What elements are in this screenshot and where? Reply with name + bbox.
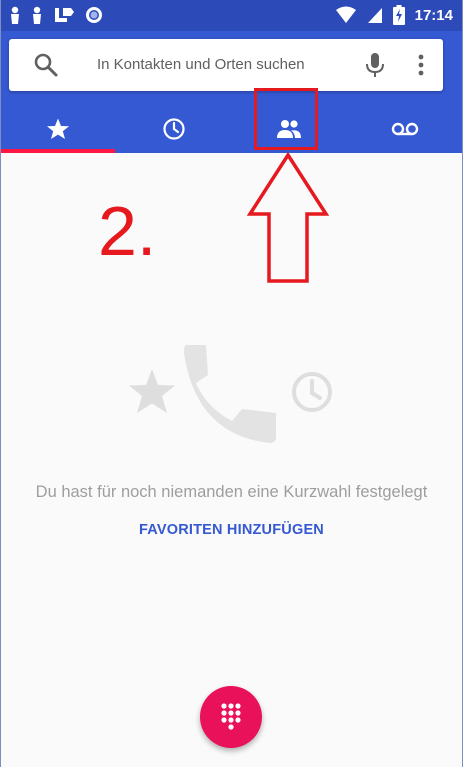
highlight-box <box>254 88 318 150</box>
status-bar: 17:14 <box>0 0 463 31</box>
tab-voicemail[interactable] <box>347 105 462 153</box>
microphone-icon[interactable] <box>363 52 387 78</box>
star-icon <box>129 369 175 413</box>
empty-favorites-illustration <box>129 345 332 443</box>
circle-icon <box>86 7 102 23</box>
dialpad-button[interactable] <box>200 686 262 748</box>
step-number-label: 2. <box>98 192 157 270</box>
person-icon <box>11 6 19 24</box>
more-options-icon[interactable] <box>411 52 431 78</box>
search-input[interactable]: In Kontakten und Orten suchen <box>97 39 305 91</box>
phone-handset-icon <box>184 345 276 443</box>
battery-charging-icon <box>392 5 405 25</box>
call-forward-icon <box>55 8 74 22</box>
app-bar: In Kontakten und Orten suchen <box>0 31 463 153</box>
system-icons: 17:14 <box>335 5 453 25</box>
voicemail-icon <box>391 122 418 136</box>
dialpad-icon <box>221 703 241 730</box>
clock-icon <box>162 118 185 140</box>
search-icon[interactable] <box>33 52 59 78</box>
notification-icons <box>9 5 103 25</box>
star-icon <box>46 118 69 139</box>
search-box[interactable]: In Kontakten und Orten suchen <box>9 39 443 91</box>
add-favorites-button[interactable]: FAVORITEN HINZUFÜGEN <box>0 522 463 538</box>
empty-state-message: Du hast für noch niemanden eine Kurzwahl… <box>35 483 428 501</box>
tab-favorites[interactable] <box>0 105 115 153</box>
favorites-panel: Du hast für noch niemanden eine Kurzwahl… <box>0 153 463 767</box>
person-icon <box>33 6 41 24</box>
signal-icon <box>367 8 382 23</box>
up-arrow-annotation <box>247 152 329 283</box>
tab-bar <box>0 105 463 153</box>
tab-recents[interactable] <box>116 105 231 153</box>
clock-time: 17:14 <box>414 6 453 24</box>
wifi-icon <box>335 6 356 23</box>
phone-screen: 17:14 In Kontakten und Orten suchen Du h… <box>0 0 463 767</box>
